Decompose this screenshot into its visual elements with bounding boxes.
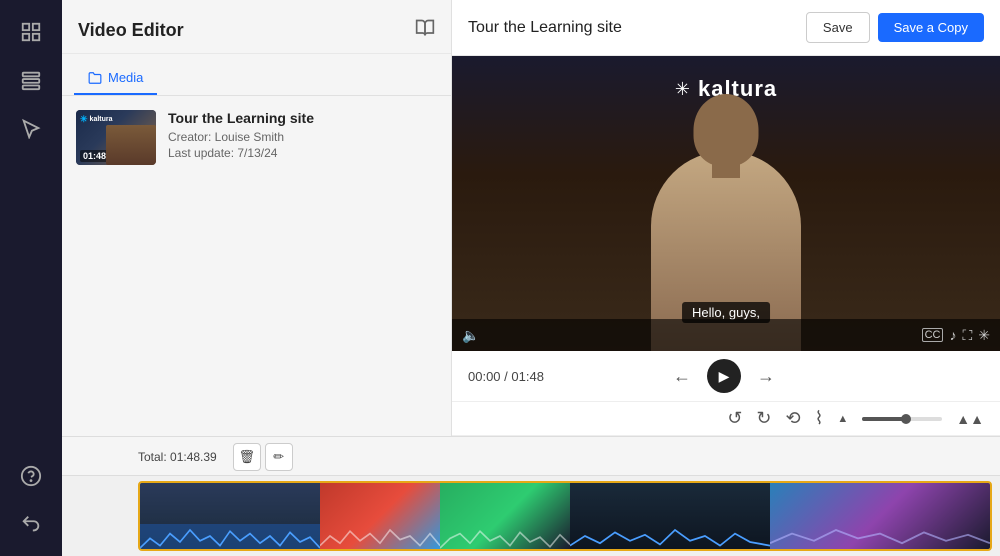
prev-arrow[interactable]: ←: [673, 366, 691, 387]
controls-left: 🔈: [462, 327, 479, 344]
delete-clip-button[interactable]: 🗑: [233, 443, 261, 471]
grid-icon[interactable]: [11, 12, 51, 52]
book-icon[interactable]: [415, 18, 435, 43]
volume-slider[interactable]: [862, 417, 942, 421]
track-segments: [140, 483, 990, 549]
layers-icon[interactable]: [11, 60, 51, 100]
volume-up-icon[interactable]: ▲▲: [956, 411, 984, 427]
editor-panel: Video Editor Media: [62, 0, 452, 436]
media-item[interactable]: ✳ kaltura 01:48 Tour the Learning site: [76, 110, 437, 165]
help-icon[interactable]: [11, 456, 51, 496]
timeline-toolbar: 🗑 ✏: [233, 443, 293, 471]
track-segment-5[interactable]: [770, 483, 990, 549]
history-icon[interactable]: ↺: [727, 408, 742, 429]
media-thumbnail: ✳ kaltura 01:48: [76, 110, 156, 165]
app-container: Video Editor Media: [0, 0, 1000, 556]
playback-buttons: ← ▶ →: [673, 359, 775, 393]
controls-right: CC ♪ ⛶ ✳: [922, 327, 990, 344]
preview-panel: Tour the Learning site Save Save a Copy …: [452, 0, 1000, 436]
cursor-icon[interactable]: [11, 108, 51, 148]
timeline-header: Total: 01:48.39 🗑 ✏: [62, 437, 1000, 476]
panel-title: Video Editor: [78, 20, 184, 41]
audio-icon[interactable]: ♪: [949, 327, 956, 343]
volume-down-icon[interactable]: ▲: [837, 413, 848, 425]
header-buttons: Save Save a Copy: [806, 12, 984, 43]
video-area[interactable]: ✳ kaltura Hello, guys, 🔈: [452, 56, 1000, 351]
preview-header: Tour the Learning site Save Save a Copy: [452, 0, 1000, 56]
timeline-area: Total: 01:48.39 🗑 ✏ ✕ ↔ ↔ 00:00.00: [62, 436, 1000, 556]
save-copy-button[interactable]: Save a Copy: [878, 13, 984, 42]
fullscreen-icon[interactable]: ⛶: [962, 327, 972, 344]
media-date: Last update: 7/13/24: [168, 146, 437, 160]
tab-media-label: Media: [108, 70, 143, 85]
body-row: Video Editor Media: [62, 0, 1000, 436]
left-nav: [0, 0, 62, 556]
save-button[interactable]: Save: [806, 12, 870, 43]
track-strip[interactable]: ✕ ↔ ↔ 00:00.00: [138, 481, 992, 551]
preview-title: Tour the Learning site: [468, 19, 622, 37]
track-segment-4[interactable]: [570, 483, 770, 549]
timeline-track: ✕ ↔ ↔ 00:00.00: [62, 476, 1000, 556]
play-button[interactable]: ▶: [707, 359, 741, 393]
media-info: Tour the Learning site Creator: Louise S…: [168, 110, 437, 160]
track-segment-1[interactable]: [140, 483, 320, 549]
time-total: 01:48: [511, 369, 544, 384]
track-segment-2[interactable]: [320, 483, 440, 549]
time-current: 00:00: [468, 369, 501, 384]
cc-icon[interactable]: CC: [922, 328, 944, 342]
track-segment-3[interactable]: [440, 483, 570, 549]
edit-tools-row: ↺ ↻ ⟲ ⌇ ▲ ▲▲: [452, 402, 1000, 436]
time-display: 00:00 / 01:48: [468, 369, 544, 384]
thumb-duration: 01:48: [80, 150, 109, 162]
panel-header: Video Editor: [62, 0, 451, 54]
rewind-icon[interactable]: ⟲: [786, 408, 801, 429]
redo-icon[interactable]: ↻: [756, 408, 771, 429]
tabs-row: Media: [62, 54, 451, 96]
next-arrow[interactable]: →: [757, 366, 775, 387]
tab-media[interactable]: Media: [74, 62, 157, 95]
settings-gear-icon[interactable]: ✳: [978, 327, 990, 344]
media-name: Tour the Learning site: [168, 110, 437, 126]
waveform-icon[interactable]: ⌇: [815, 408, 824, 429]
video-controls-overlay: 🔈 CC ♪ ⛶ ✳: [452, 319, 1000, 351]
edit-clip-button[interactable]: ✏: [265, 443, 293, 471]
total-duration-label: Total: 01:48.39: [138, 450, 217, 464]
media-creator: Creator: Louise Smith: [168, 130, 437, 144]
volume-icon[interactable]: 🔈: [462, 327, 479, 344]
back-icon[interactable]: [11, 504, 51, 544]
playback-controls: 00:00 / 01:48 ← ▶ →: [452, 351, 1000, 402]
media-list: ✳ kaltura 01:48 Tour the Learning site: [62, 96, 451, 436]
